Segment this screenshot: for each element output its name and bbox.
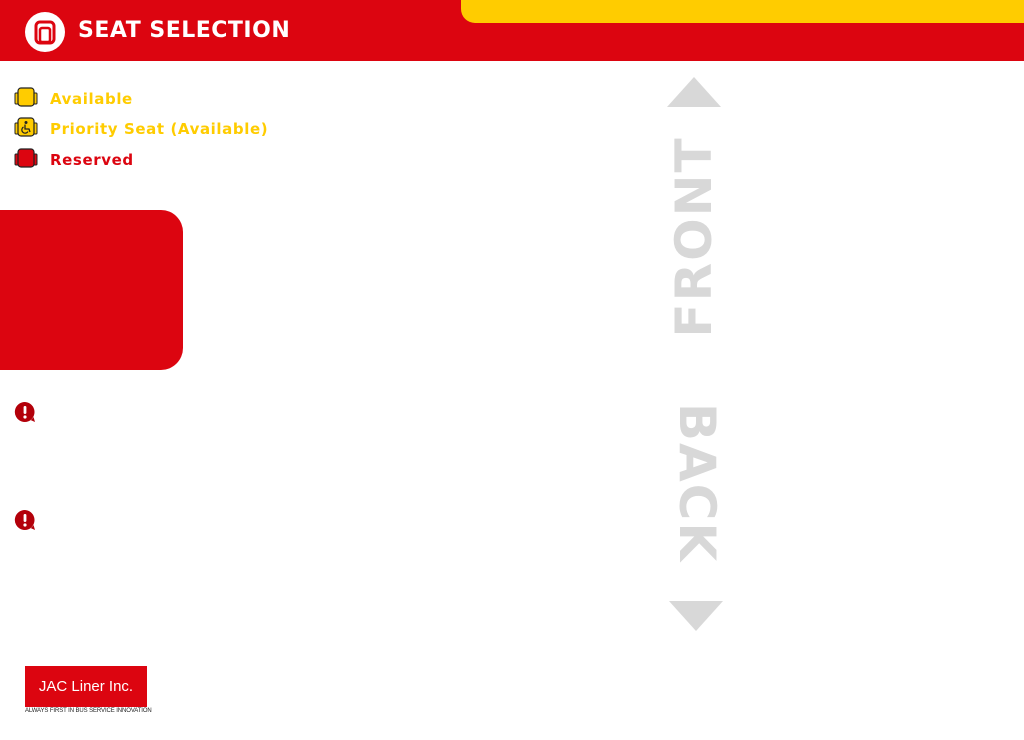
legend-label: Priority Seat (Available) [50, 120, 269, 138]
back-label: BACK [668, 402, 726, 564]
header-accent-stripe [461, 0, 1024, 23]
company-logo: JAC Liner Inc. [25, 666, 147, 707]
legend-label: Reserved [50, 151, 134, 169]
seat-reserved-icon [14, 148, 38, 172]
exclamation-icon [14, 401, 36, 427]
seat-icon [25, 12, 65, 52]
seat-available-icon [14, 87, 38, 111]
front-label: FRONT [665, 136, 723, 338]
page-title: SEAT SELECTION [78, 18, 291, 43]
arrow-down-icon [668, 600, 724, 636]
seat-priority-icon [14, 117, 38, 141]
legend-label: Available [50, 90, 133, 108]
arrow-up-icon [666, 76, 722, 112]
info-panel [0, 210, 183, 370]
company-tagline: ALWAYS FIRST IN BUS SERVICE INNOVATION [25, 708, 152, 714]
exclamation-icon [14, 509, 36, 535]
header-bar: SEAT SELECTION [0, 0, 1024, 61]
